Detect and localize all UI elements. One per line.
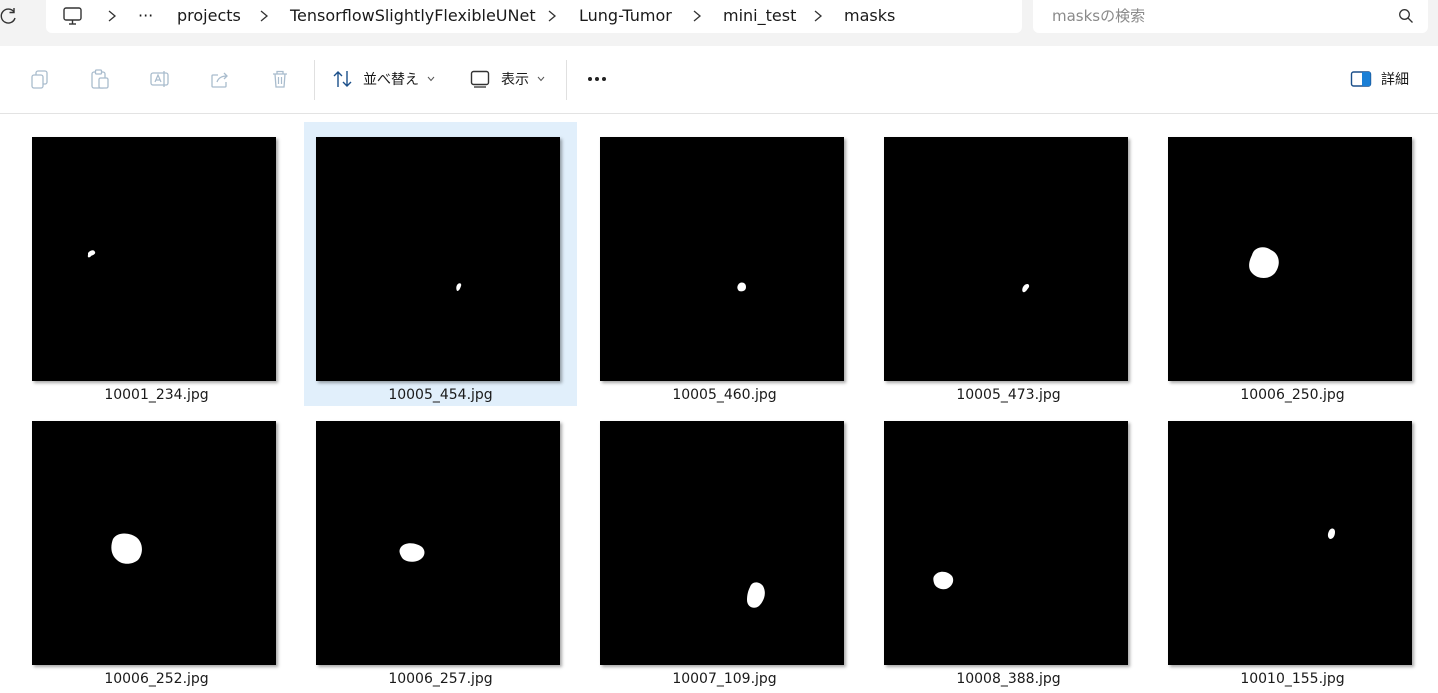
chevron-right-icon[interactable] bbox=[106, 9, 118, 23]
file-item[interactable]: 10005_460.jpg bbox=[588, 122, 861, 406]
rename-icon[interactable] bbox=[149, 68, 171, 90]
view-label: 表示 bbox=[501, 72, 529, 88]
details-pane-icon bbox=[1350, 71, 1372, 87]
mask-thumbnail[interactable] bbox=[1168, 137, 1412, 381]
tumor-mask-image bbox=[1168, 137, 1412, 381]
chevron-down-icon bbox=[427, 76, 435, 82]
tumor-mask-image bbox=[316, 421, 560, 665]
file-item[interactable]: 10006_250.jpg bbox=[1156, 122, 1429, 406]
file-grid: 10001_234.jpg 10005_454.jpg 10005_460.jpg 1… bbox=[0, 114, 1438, 693]
chevron-right-icon[interactable] bbox=[546, 9, 558, 23]
file-name: 10006_250.jpg bbox=[1240, 387, 1345, 403]
file-name: 10005_473.jpg bbox=[956, 387, 1061, 403]
file-name: 10007_109.jpg bbox=[672, 671, 777, 687]
chevron-down-icon bbox=[537, 76, 545, 82]
tumor-mask-image bbox=[316, 137, 560, 381]
file-item[interactable]: 10001_234.jpg bbox=[20, 122, 293, 406]
tumor-mask-image bbox=[32, 421, 276, 665]
chevron-right-icon[interactable] bbox=[812, 9, 824, 23]
details-button[interactable]: 詳細 bbox=[1350, 62, 1409, 96]
mask-thumbnail[interactable] bbox=[32, 137, 276, 381]
mask-thumbnail[interactable] bbox=[32, 421, 276, 665]
search-box[interactable]: masksの検索 bbox=[1033, 0, 1428, 33]
sort-label: 並べ替え bbox=[363, 72, 419, 88]
file-item[interactable]: 10010_155.jpg bbox=[1156, 406, 1429, 690]
file-name: 10006_252.jpg bbox=[104, 671, 209, 687]
file-name: 10010_155.jpg bbox=[1240, 671, 1345, 687]
file-name: 10001_234.jpg bbox=[104, 387, 209, 403]
toolbar-divider bbox=[566, 60, 567, 100]
chevron-right-icon[interactable] bbox=[691, 9, 703, 23]
delete-icon[interactable] bbox=[269, 68, 291, 90]
refresh-icon[interactable] bbox=[0, 5, 18, 27]
mask-thumbnail[interactable] bbox=[316, 421, 560, 665]
breadcrumb-overflow[interactable]: ··· bbox=[138, 0, 153, 33]
breadcrumb-item-lung-tumor[interactable]: Lung-Tumor bbox=[579, 0, 672, 33]
file-name: 10005_454.jpg bbox=[388, 387, 493, 403]
tumor-mask-image bbox=[884, 137, 1128, 381]
mask-thumbnail[interactable] bbox=[600, 421, 844, 665]
file-item[interactable]: 10006_252.jpg bbox=[20, 406, 293, 690]
breadcrumb-item-tensorflow[interactable]: TensorflowSlightlyFlexibleUNet bbox=[290, 0, 536, 33]
tumor-mask-image bbox=[1168, 421, 1412, 665]
tumor-mask-image bbox=[32, 137, 276, 381]
paste-icon[interactable] bbox=[89, 68, 111, 90]
file-name: 10006_257.jpg bbox=[388, 671, 493, 687]
copy-icon[interactable] bbox=[29, 68, 51, 90]
breadcrumb-item-masks[interactable]: masks bbox=[844, 0, 895, 33]
breadcrumb-item-projects[interactable]: projects bbox=[177, 0, 241, 33]
tumor-mask-image bbox=[600, 421, 844, 665]
breadcrumb[interactable]: ··· projects TensorflowSlightlyFlexibleU… bbox=[46, 0, 1022, 33]
more-icon[interactable] bbox=[585, 69, 611, 89]
mask-thumbnail[interactable] bbox=[600, 137, 844, 381]
mask-thumbnail[interactable] bbox=[316, 137, 560, 381]
computer-icon[interactable] bbox=[62, 6, 84, 26]
breadcrumb-item-mini-test[interactable]: mini_test bbox=[723, 0, 796, 33]
view-button[interactable]: 表示 bbox=[470, 62, 545, 96]
chevron-right-icon[interactable] bbox=[258, 9, 270, 23]
file-item[interactable]: 10005_473.jpg bbox=[872, 122, 1145, 406]
search-icon[interactable] bbox=[1398, 8, 1414, 24]
command-bar: 並べ替え 表示 詳細 bbox=[0, 46, 1438, 114]
share-icon[interactable] bbox=[209, 68, 231, 90]
file-item[interactable]: 10005_454.jpg bbox=[304, 122, 577, 406]
tumor-mask-image bbox=[884, 421, 1128, 665]
file-item[interactable]: 10007_109.jpg bbox=[588, 406, 861, 690]
file-item[interactable]: 10008_388.jpg bbox=[872, 406, 1145, 690]
view-icon bbox=[470, 70, 490, 88]
details-label: 詳細 bbox=[1381, 72, 1409, 88]
mask-thumbnail[interactable] bbox=[884, 421, 1128, 665]
mask-thumbnail[interactable] bbox=[1168, 421, 1412, 665]
search-input[interactable]: masksの検索 bbox=[1052, 0, 1145, 32]
toolbar-divider bbox=[314, 60, 315, 100]
mask-thumbnail[interactable] bbox=[884, 137, 1128, 381]
file-name: 10008_388.jpg bbox=[956, 671, 1061, 687]
sort-icon bbox=[333, 71, 352, 87]
file-name: 10005_460.jpg bbox=[672, 387, 777, 403]
sort-button[interactable]: 並べ替え bbox=[332, 62, 435, 96]
tumor-mask-image bbox=[600, 137, 844, 381]
file-item[interactable]: 10006_257.jpg bbox=[304, 406, 577, 690]
address-bar-area: ··· projects TensorflowSlightlyFlexibleU… bbox=[0, 0, 1438, 46]
